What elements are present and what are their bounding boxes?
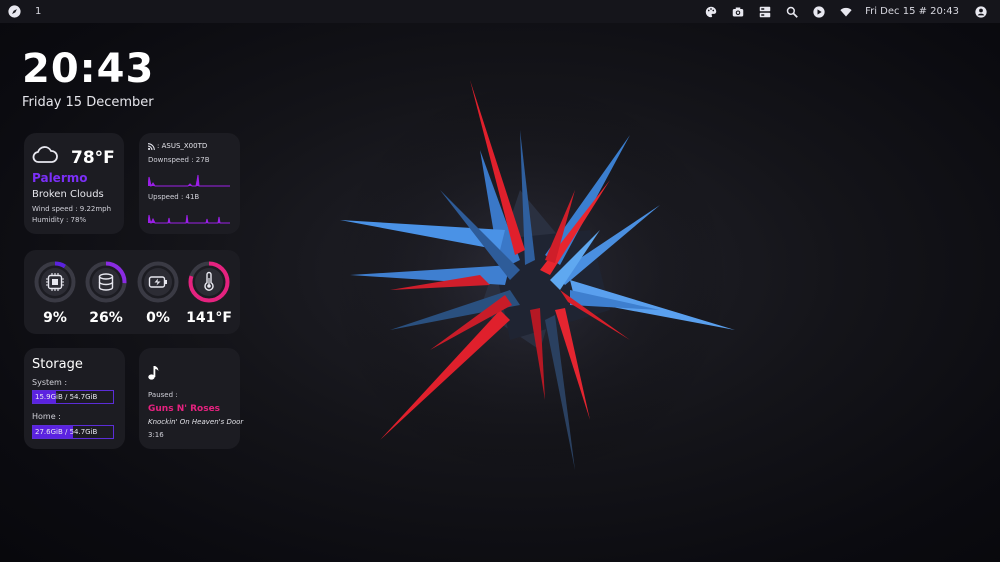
temperature-gauge	[188, 261, 230, 303]
system-widget: 9% 26% 0% 141°F	[24, 250, 240, 334]
wifi-icon[interactable]	[832, 0, 859, 23]
upspeed-graph	[148, 214, 230, 224]
network-ssid: : ASUS_X00TD	[157, 142, 208, 150]
downspeed-graph	[148, 174, 230, 187]
cpu-value: 9%	[43, 310, 67, 326]
storage-system-label: System :	[32, 378, 68, 387]
workspace-number[interactable]: 1	[35, 6, 41, 17]
storage-home-value: 27.6GiB / 54.7GiB	[35, 428, 98, 436]
storage-widget: Storage System : 15.9GiB / 54.7GiB Home …	[24, 348, 125, 449]
weather-condition: Broken Clouds	[32, 189, 104, 200]
cloud-icon	[32, 144, 58, 164]
user-icon[interactable]	[967, 0, 994, 23]
top-bar: 1 Fri Dec 15 # 20:43	[0, 0, 1000, 23]
play-icon[interactable]	[805, 0, 832, 23]
storage-system-value: 15.9GiB / 54.7GiB	[35, 393, 98, 401]
storage-system-bar: 15.9GiB / 54.7GiB	[32, 390, 114, 404]
music-time: 3:16	[148, 431, 164, 439]
weather-humidity: Humidity : 78%	[32, 216, 87, 224]
search-icon[interactable]	[778, 0, 805, 23]
music-state: Paused :	[148, 391, 178, 399]
weather-wind: Wind speed : 9.22mph	[32, 205, 112, 213]
clock-date: Friday 15 December	[22, 95, 154, 110]
rss-icon	[148, 142, 155, 150]
network-widget: : ASUS_X00TD Downspeed : 27B Upspeed : 4…	[139, 133, 240, 234]
cpu-icon	[46, 273, 64, 291]
weather-temperature: 78°F	[71, 148, 115, 168]
network-ssid-row: : ASUS_X00TD	[148, 142, 207, 150]
storage-home-label: Home :	[32, 412, 61, 421]
dashboard-icon[interactable]	[751, 0, 778, 23]
clock-time: 20:43	[22, 46, 155, 92]
music-artist: Guns N' Roses	[148, 404, 221, 414]
network-downspeed: Downspeed : 27B	[148, 156, 210, 164]
topbar-datetime[interactable]: Fri Dec 15 # 20:43	[859, 6, 967, 17]
music-note-icon[interactable]	[148, 365, 159, 380]
weather-widget: 78°F Palermo Broken Clouds Wind speed : …	[24, 133, 124, 234]
battery-value: 0%	[146, 310, 170, 326]
storage-home-bar: 27.6GiB / 54.7GiB	[32, 425, 114, 439]
temperature-value: 141°F	[186, 310, 232, 326]
storage-title: Storage	[32, 357, 83, 372]
camera-icon[interactable]	[724, 0, 751, 23]
disk-gauge	[85, 261, 127, 303]
music-song: Knockin' On Heaven's Door	[148, 418, 244, 426]
battery-gauge	[137, 261, 179, 303]
compass-icon[interactable]	[8, 5, 21, 18]
wallpaper-abstract-shape	[330, 80, 735, 480]
cpu-gauge	[34, 261, 76, 303]
palette-icon[interactable]	[697, 0, 724, 23]
weather-city: Palermo	[32, 171, 88, 185]
disk-value: 26%	[89, 310, 123, 326]
network-upspeed: Upspeed : 41B	[148, 193, 200, 201]
music-widget: Paused : Guns N' Roses Knockin' On Heave…	[139, 348, 244, 449]
